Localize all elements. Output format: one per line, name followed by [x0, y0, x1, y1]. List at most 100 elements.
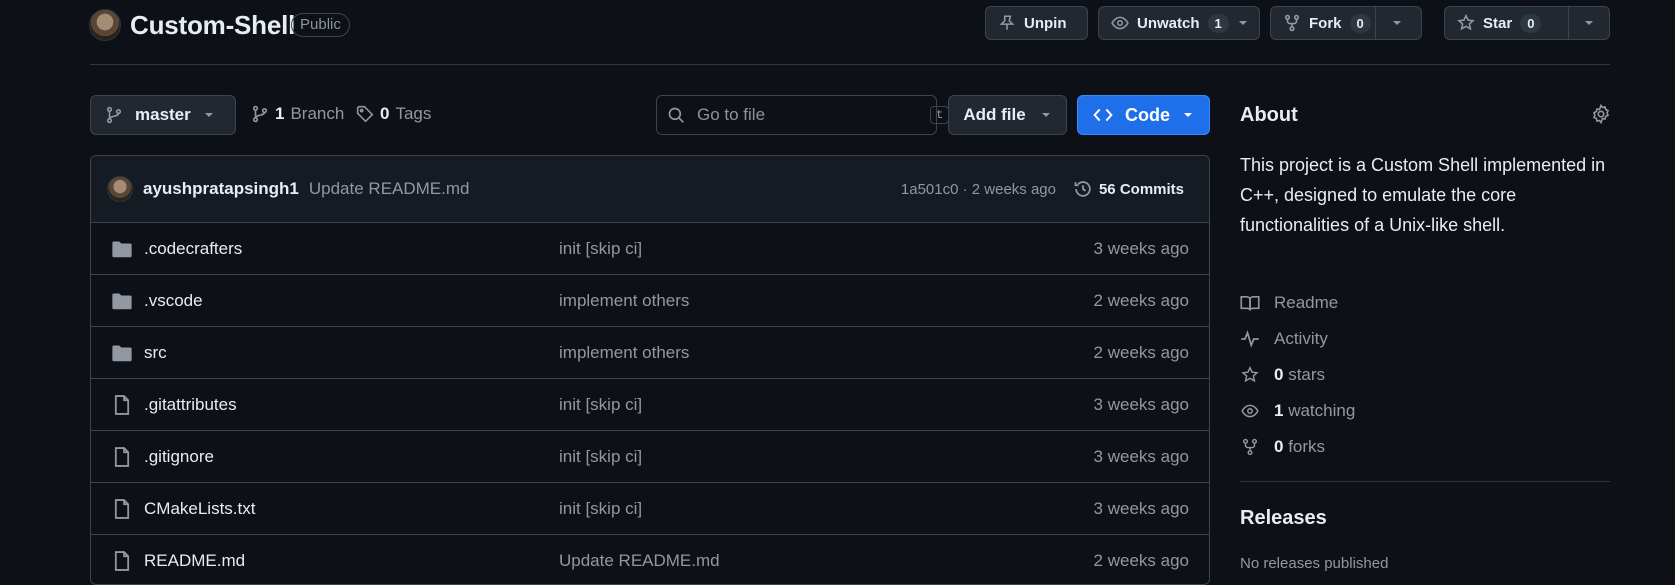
git-branch-icon — [251, 105, 269, 123]
activity-link[interactable]: Activity — [1240, 329, 1328, 349]
readme-label: Readme — [1274, 293, 1339, 312]
forks-count: 0 — [1274, 437, 1284, 456]
forks-label: forks — [1288, 437, 1326, 456]
file-commit-message[interactable]: implement others — [559, 291, 689, 311]
tag-icon — [356, 105, 374, 123]
readme-link[interactable]: Readme — [1240, 293, 1338, 313]
file-age: 3 weeks ago — [1093, 394, 1189, 414]
watching-link[interactable]: 1 watching — [1240, 401, 1355, 421]
commits-count: 56 Commits — [1098, 180, 1184, 198]
file-commit-message[interactable]: Update README.md — [559, 551, 720, 571]
file-icon — [111, 446, 133, 468]
commit-author[interactable]: ayushpratapsingh1 — [143, 179, 299, 199]
tags-count: 0 — [380, 104, 390, 123]
visibility-badge: Public — [291, 13, 350, 37]
file-commit-message[interactable]: init [skip ci] — [559, 395, 642, 415]
chevron-down-icon — [1182, 109, 1194, 121]
fork-icon — [1240, 438, 1260, 456]
stars-count: 0 — [1274, 365, 1284, 384]
repo-description: This project is a Custom Shell implement… — [1240, 155, 1606, 235]
search-input[interactable] — [695, 104, 920, 126]
about-heading: About — [1240, 104, 1298, 126]
fork-count: 0 — [1349, 13, 1371, 33]
search-shortcut-key: t — [930, 106, 950, 124]
star-icon — [1240, 366, 1260, 384]
folder-icon — [111, 291, 133, 311]
file-name[interactable]: src — [144, 343, 167, 363]
file-name[interactable]: .gitattributes — [144, 395, 237, 415]
table-row[interactable]: .gitattributes init [skip ci] 3 weeks ag… — [91, 379, 1209, 431]
stars-link[interactable]: 0 stars — [1240, 365, 1325, 385]
add-file-label: Add file — [963, 105, 1026, 124]
table-row[interactable]: CMakeLists.txt init [skip ci] 3 weeks ag… — [91, 483, 1209, 535]
stars-label: stars — [1288, 365, 1326, 384]
file-commit-message[interactable]: init [skip ci] — [559, 499, 642, 519]
file-commit-message[interactable]: implement others — [559, 343, 689, 363]
file-age: 2 weeks ago — [1093, 342, 1189, 362]
file-icon — [111, 498, 133, 520]
file-name[interactable]: .vscode — [144, 291, 203, 311]
git-branch-icon — [105, 106, 123, 124]
commits-link[interactable]: 56 Commits — [1073, 179, 1184, 199]
unpin-label: Unpin — [1024, 14, 1067, 32]
file-commit-message[interactable]: init [skip ci] — [559, 447, 642, 467]
add-file-button[interactable]: Add file — [948, 95, 1067, 135]
file-icon — [111, 394, 133, 416]
file-name[interactable]: CMakeLists.txt — [144, 499, 255, 519]
code-button[interactable]: Code — [1077, 95, 1210, 135]
branches-label: Branch — [290, 104, 345, 123]
eye-icon — [1240, 402, 1260, 420]
latest-commit-bar: ayushpratapsingh1 Update README.md 1a501… — [91, 156, 1209, 223]
fork-icon — [1283, 14, 1301, 32]
activity-label: Activity — [1274, 329, 1328, 348]
watching-count: 1 — [1274, 401, 1284, 420]
forks-link[interactable]: 0 forks — [1240, 437, 1325, 457]
code-label: Code — [1125, 104, 1170, 125]
folder-icon — [111, 343, 133, 363]
file-name[interactable]: README.md — [144, 551, 245, 571]
book-icon — [1240, 294, 1260, 312]
file-commit-message[interactable]: init [skip ci] — [559, 239, 642, 259]
star-icon — [1457, 14, 1475, 32]
chevron-down-icon — [203, 109, 215, 121]
unpin-button[interactable]: Unpin — [985, 6, 1088, 40]
branches-count: 1 — [275, 104, 285, 123]
star-dropdown[interactable] — [1569, 7, 1609, 39]
chevron-down-icon[interactable] — [1237, 17, 1249, 29]
file-icon — [111, 550, 133, 572]
owner-avatar[interactable] — [89, 9, 121, 41]
file-name[interactable]: .codecrafters — [144, 239, 242, 259]
watching-label: watching — [1288, 401, 1356, 420]
repo-name[interactable]: Custom-Shell — [130, 10, 295, 41]
fork-label: Fork — [1309, 14, 1342, 32]
pulse-icon — [1240, 330, 1260, 348]
sidebar-divider — [1240, 481, 1610, 482]
star-button[interactable]: Star 0 — [1444, 6, 1610, 40]
file-name[interactable]: .gitignore — [144, 447, 214, 467]
gear-icon[interactable] — [1591, 104, 1611, 124]
file-age: 2 weeks ago — [1093, 550, 1189, 570]
go-to-file-search[interactable]: t — [656, 95, 950, 135]
fork-button[interactable]: Fork 0 — [1270, 6, 1422, 40]
author-avatar[interactable] — [107, 176, 133, 202]
commit-message[interactable]: Update README.md — [309, 179, 470, 199]
table-row[interactable]: .codecrafters init [skip ci] 3 weeks ago — [91, 223, 1209, 275]
table-row[interactable]: .vscode implement others 2 weeks ago — [91, 275, 1209, 327]
file-age: 3 weeks ago — [1093, 446, 1189, 466]
unwatch-label: Unwatch — [1137, 14, 1200, 32]
unwatch-button[interactable]: Unwatch 1 — [1098, 6, 1260, 40]
fork-dropdown[interactable] — [1376, 7, 1418, 39]
branch-selector[interactable]: master — [90, 95, 236, 135]
file-table: ayushpratapsingh1 Update README.md 1a501… — [90, 155, 1210, 585]
table-row[interactable]: .gitignore init [skip ci] 3 weeks ago — [91, 431, 1209, 483]
chevron-down-icon — [1391, 17, 1403, 29]
releases-heading[interactable]: Releases — [1240, 507, 1327, 530]
branches-link[interactable]: 1 Branch — [251, 104, 344, 124]
tags-link[interactable]: 0 Tags — [356, 104, 431, 124]
star-label: Star — [1483, 14, 1513, 32]
tags-label: Tags — [395, 104, 432, 123]
history-icon — [1073, 179, 1093, 199]
table-row[interactable]: src implement others 2 weeks ago — [91, 327, 1209, 379]
branch-name: master — [135, 105, 191, 124]
commit-hash-time[interactable]: 1a501c0 · 2 weeks ago — [901, 181, 1056, 198]
